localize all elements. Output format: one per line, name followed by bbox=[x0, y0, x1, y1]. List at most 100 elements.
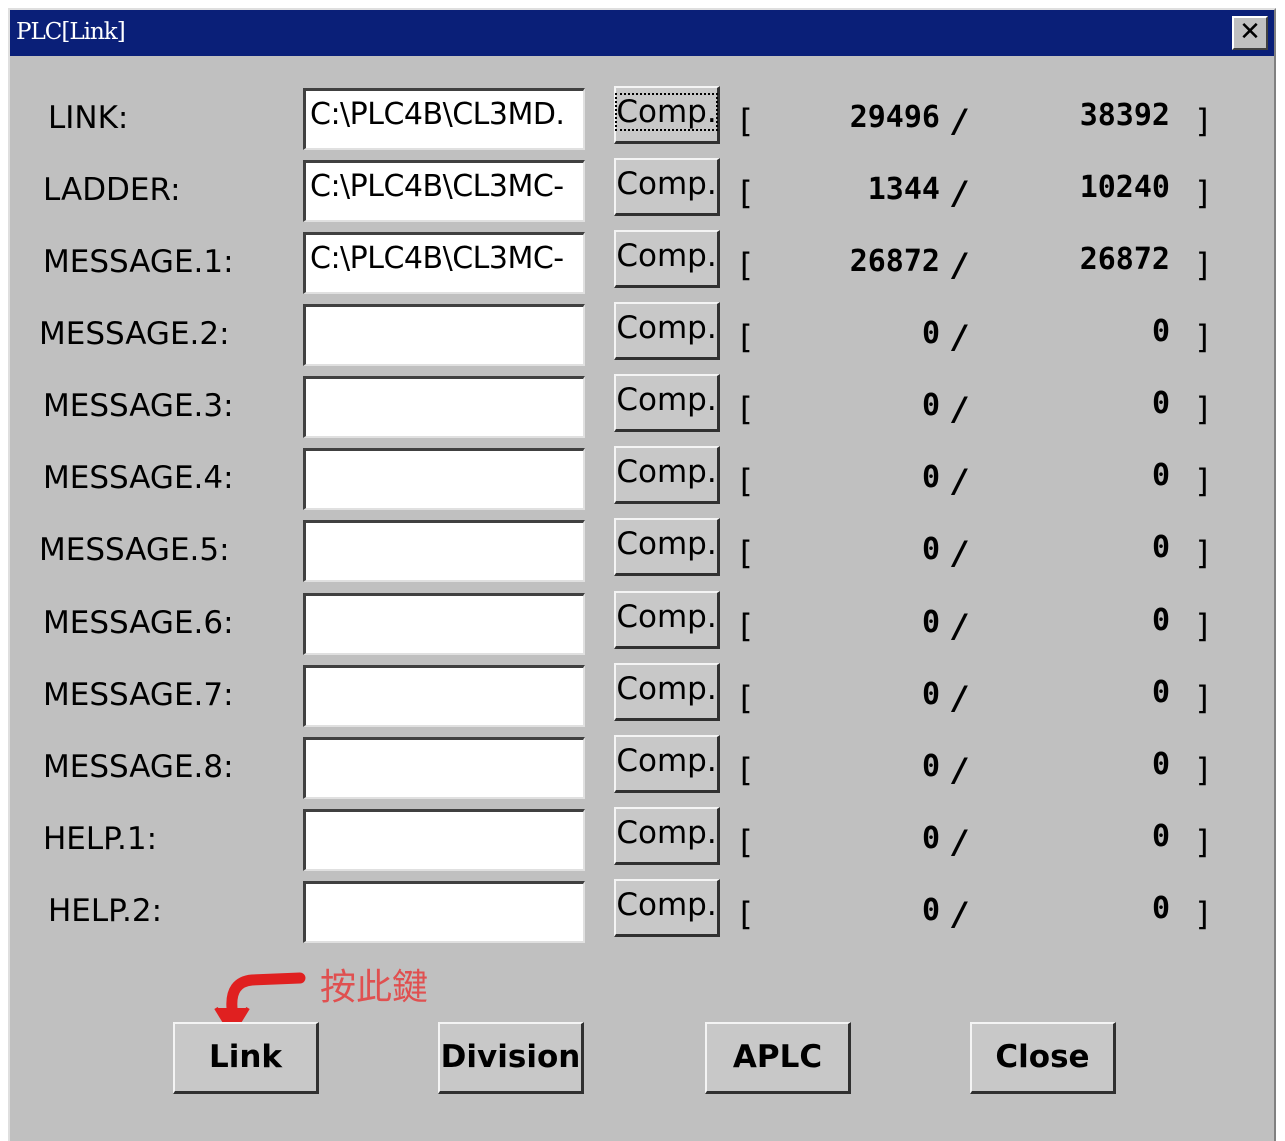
close-bracket: ] bbox=[1196, 462, 1209, 500]
total-size: 0 bbox=[1151, 675, 1170, 710]
row-label: MESSAGE.2: bbox=[39, 316, 230, 352]
window-title: PLC[Link] bbox=[16, 19, 126, 45]
close-bracket: ] bbox=[1196, 607, 1209, 645]
close-bracket: ] bbox=[1196, 174, 1209, 212]
open-bracket: [ bbox=[740, 102, 753, 140]
row-label: HELP.2: bbox=[48, 893, 163, 929]
comp-button[interactable]: Comp. bbox=[614, 374, 720, 432]
comp-button[interactable]: Comp. bbox=[614, 735, 720, 793]
open-bracket: [ bbox=[740, 390, 753, 428]
slash-separator: / bbox=[954, 390, 966, 428]
open-bracket: [ bbox=[740, 318, 753, 356]
aplc-button[interactable]: APLC bbox=[705, 1022, 851, 1094]
close-bracket: ] bbox=[1196, 751, 1209, 789]
comp-button[interactable]: Comp. bbox=[614, 879, 720, 937]
comp-button-label: Comp. bbox=[616, 671, 717, 707]
close-bracket: ] bbox=[1196, 534, 1209, 572]
close-bracket: ] bbox=[1196, 246, 1209, 284]
slash-separator: / bbox=[954, 895, 966, 933]
row-label: MESSAGE.5: bbox=[39, 532, 230, 568]
path-input[interactable]: C:\PLC4B\CL3MC- bbox=[303, 160, 585, 222]
used-size: 29496 bbox=[849, 100, 940, 135]
total-size: 38392 bbox=[1079, 98, 1170, 133]
open-bracket: [ bbox=[740, 751, 753, 789]
press-this-key-annotation: 按此鍵 bbox=[320, 967, 429, 1008]
total-size: 0 bbox=[1151, 386, 1170, 421]
row-label: LADDER: bbox=[43, 172, 181, 208]
used-size: 0 bbox=[921, 388, 940, 423]
path-input[interactable]: C:\PLC4B\CL3MC- bbox=[303, 232, 585, 294]
slash-separator: / bbox=[954, 246, 966, 284]
row-label: MESSAGE.1: bbox=[43, 244, 234, 280]
link-button[interactable]: Link bbox=[173, 1022, 319, 1094]
path-input[interactable] bbox=[303, 593, 585, 655]
row-label: MESSAGE.7: bbox=[43, 677, 234, 713]
slash-separator: / bbox=[954, 607, 966, 645]
comp-button[interactable]: Comp. bbox=[614, 230, 720, 288]
plc-link-dialog: PLC[Link] ✕ LINK: C:\PLC4B\CL3MD. Comp. [29… bbox=[8, 8, 1276, 1141]
open-bracket: [ bbox=[740, 679, 753, 717]
comp-button-label: Comp. bbox=[616, 599, 717, 635]
used-size: 26872 bbox=[849, 244, 940, 279]
comp-button[interactable]: Comp. bbox=[614, 446, 720, 504]
used-size: 0 bbox=[921, 316, 940, 351]
open-bracket: [ bbox=[740, 534, 753, 572]
path-input[interactable] bbox=[303, 881, 585, 943]
open-bracket: [ bbox=[740, 823, 753, 861]
comp-button[interactable]: Comp. bbox=[614, 86, 720, 144]
used-size: 0 bbox=[921, 677, 940, 712]
comp-button[interactable]: Comp. bbox=[614, 518, 720, 576]
path-input[interactable] bbox=[303, 737, 585, 799]
close-bracket: ] bbox=[1196, 318, 1209, 356]
close-bracket: ] bbox=[1196, 679, 1209, 717]
used-size: 0 bbox=[921, 460, 940, 495]
comp-button-label: Comp. bbox=[616, 310, 717, 346]
title-bar[interactable]: PLC[Link] ✕ bbox=[10, 10, 1274, 56]
close-button[interactable]: Close bbox=[970, 1022, 1116, 1094]
open-bracket: [ bbox=[740, 895, 753, 933]
used-size: 0 bbox=[921, 821, 940, 856]
open-bracket: [ bbox=[740, 246, 753, 284]
path-input[interactable] bbox=[303, 376, 585, 438]
row-label: MESSAGE.3: bbox=[43, 388, 234, 424]
comp-button[interactable]: Comp. bbox=[614, 807, 720, 865]
row-label: MESSAGE.8: bbox=[43, 749, 234, 785]
total-size: 0 bbox=[1151, 819, 1170, 854]
path-input[interactable] bbox=[303, 665, 585, 727]
slash-separator: / bbox=[954, 679, 966, 717]
row-label: MESSAGE.4: bbox=[43, 460, 234, 496]
path-input[interactable] bbox=[303, 809, 585, 871]
comp-button[interactable]: Comp. bbox=[614, 158, 720, 216]
close-bracket: ] bbox=[1196, 823, 1209, 861]
division-button[interactable]: Division bbox=[438, 1022, 584, 1094]
slash-separator: / bbox=[954, 174, 966, 212]
row-label: HELP.1: bbox=[43, 821, 158, 857]
used-size: 0 bbox=[921, 532, 940, 567]
total-size: 10240 bbox=[1079, 170, 1170, 205]
total-size: 0 bbox=[1151, 314, 1170, 349]
total-size: 0 bbox=[1151, 603, 1170, 638]
total-size: 0 bbox=[1151, 891, 1170, 926]
row-label: MESSAGE.6: bbox=[43, 605, 234, 641]
comp-button[interactable]: Comp. bbox=[614, 302, 720, 360]
comp-button-label: Comp. bbox=[616, 526, 717, 562]
path-input[interactable] bbox=[303, 520, 585, 582]
path-input[interactable] bbox=[303, 448, 585, 510]
comp-button[interactable]: Comp. bbox=[614, 591, 720, 649]
comp-button-label: Comp. bbox=[616, 887, 717, 923]
slash-separator: / bbox=[954, 751, 966, 789]
comp-button-label: Comp. bbox=[616, 166, 717, 202]
close-window-button[interactable]: ✕ bbox=[1232, 16, 1268, 50]
comp-button[interactable]: Comp. bbox=[614, 663, 720, 721]
close-bracket: ] bbox=[1196, 390, 1209, 428]
slash-separator: / bbox=[954, 823, 966, 861]
path-input[interactable]: C:\PLC4B\CL3MD. bbox=[303, 88, 585, 150]
row-label: LINK: bbox=[48, 100, 129, 136]
comp-button-label: Comp. bbox=[615, 93, 718, 131]
total-size: 26872 bbox=[1079, 242, 1170, 277]
slash-separator: / bbox=[954, 318, 966, 356]
used-size: 1344 bbox=[867, 172, 940, 207]
comp-button-label: Comp. bbox=[616, 382, 717, 418]
path-input[interactable] bbox=[303, 304, 585, 366]
used-size: 0 bbox=[921, 605, 940, 640]
